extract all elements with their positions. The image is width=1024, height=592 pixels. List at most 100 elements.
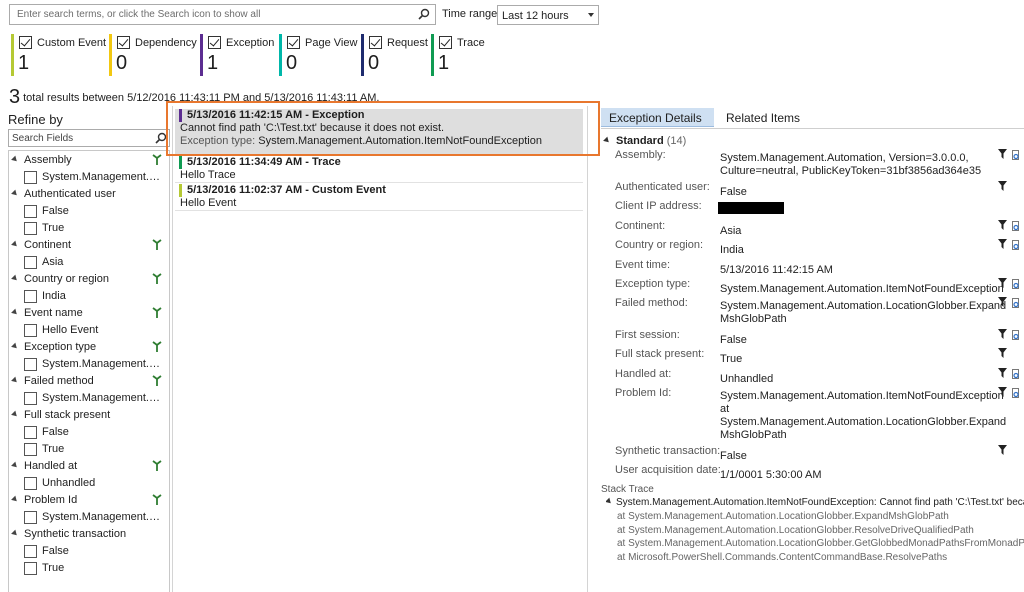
collapse-icon[interactable]	[11, 274, 19, 283]
checkbox[interactable]	[24, 222, 37, 235]
refine-option[interactable]: System.Management.Automation.ItemNotFoun…	[9, 509, 169, 526]
pin-icon[interactable]	[152, 341, 162, 353]
event-type-page-view[interactable]: Page View 0	[279, 34, 357, 76]
collapse-icon[interactable]	[11, 410, 19, 419]
result-item[interactable]: 5/13/2016 11:34:49 AM - Trace Hello Trace	[175, 156, 583, 183]
filter-icon[interactable]	[998, 348, 1007, 359]
collapse-icon[interactable]	[11, 308, 19, 317]
checkbox-checked[interactable]	[208, 36, 221, 49]
refine-option[interactable]: True	[9, 560, 169, 577]
event-type-exception[interactable]: Exception 1	[200, 34, 274, 76]
time-range-select[interactable]: Last 12 hours	[497, 5, 599, 25]
refine-group-synthetic-transaction[interactable]: Synthetic transaction	[9, 526, 169, 543]
search-reference-icon[interactable]	[1012, 150, 1020, 161]
refine-group-handled-at[interactable]: Handled at	[9, 458, 169, 475]
refine-group-country-or-region[interactable]: Country or region	[9, 271, 169, 288]
checkbox[interactable]	[24, 562, 37, 575]
filter-icon[interactable]	[998, 368, 1007, 379]
checkbox[interactable]	[24, 443, 37, 456]
refine-group-event-name[interactable]: Event name	[9, 305, 169, 322]
refine-option[interactable]: False	[9, 543, 169, 560]
search-reference-icon[interactable]	[1012, 279, 1020, 290]
search-reference-icon[interactable]	[1012, 369, 1020, 380]
pin-icon[interactable]	[152, 460, 162, 472]
refine-option[interactable]: System.Management.Automation.ItemNotFoun…	[9, 356, 169, 373]
search-input[interactable]: Enter search terms, or click the Search …	[9, 4, 436, 25]
event-type-trace[interactable]: Trace 1	[431, 34, 485, 76]
checkbox[interactable]	[24, 545, 37, 558]
filter-icon[interactable]	[998, 297, 1007, 308]
refine-option[interactable]: False	[9, 424, 169, 441]
pin-icon[interactable]	[152, 494, 162, 506]
filter-icon[interactable]	[998, 445, 1007, 456]
collapse-icon[interactable]	[11, 529, 19, 538]
stack-trace-head[interactable]: System.Management.Automation.ItemNotFoun…	[606, 497, 1024, 508]
search-reference-icon[interactable]	[1012, 240, 1020, 251]
checkbox[interactable]	[24, 392, 37, 405]
collapse-icon[interactable]	[11, 342, 19, 351]
filter-icon[interactable]	[998, 278, 1007, 289]
refine-option[interactable]: System.Management.Automation, Version=3.…	[9, 169, 169, 186]
collapse-icon[interactable]	[11, 495, 19, 504]
pin-icon[interactable]	[152, 375, 162, 387]
refine-option[interactable]: True	[9, 220, 169, 237]
checkbox-checked[interactable]	[369, 36, 382, 49]
checkbox[interactable]	[24, 477, 37, 490]
collapse-icon[interactable]	[11, 461, 19, 470]
refine-option[interactable]: System.Management.Automation.LocationGlo…	[9, 390, 169, 407]
refine-option[interactable]: India	[9, 288, 169, 305]
pin-icon[interactable]	[152, 273, 162, 285]
pin-icon[interactable]	[152, 154, 162, 166]
refine-option[interactable]: Hello Event	[9, 322, 169, 339]
checkbox[interactable]	[24, 290, 37, 303]
refine-option[interactable]: Asia	[9, 254, 169, 271]
result-item[interactable]: 5/13/2016 11:02:37 AM - Custom Event Hell…	[175, 184, 583, 211]
pin-icon[interactable]	[152, 239, 162, 251]
filter-icon[interactable]	[998, 149, 1007, 160]
refine-option[interactable]: False	[9, 203, 169, 220]
standard-section-header[interactable]: Standard (14)	[603, 135, 686, 147]
pin-icon[interactable]	[152, 307, 162, 319]
tab-related-items[interactable]: Related Items	[726, 111, 800, 125]
refine-group-exception-type[interactable]: Exception type	[9, 339, 169, 356]
refine-group-assembly[interactable]: Assembly	[9, 152, 169, 169]
refine-group-problem-id[interactable]: Problem Id	[9, 492, 169, 509]
refine-group-failed-method[interactable]: Failed method	[9, 373, 169, 390]
filter-icon[interactable]	[998, 181, 1007, 192]
collapse-icon[interactable]	[11, 376, 19, 385]
tab-exception-details[interactable]: Exception Details	[601, 108, 714, 127]
event-type-dependency[interactable]: Dependency 0	[109, 34, 197, 76]
collapse-icon[interactable]	[11, 240, 19, 249]
checkbox[interactable]	[24, 205, 37, 218]
filter-icon[interactable]	[998, 220, 1007, 231]
refine-option[interactable]: True	[9, 441, 169, 458]
search-fields-input[interactable]: Search Fields	[8, 129, 170, 147]
refine-group-full-stack-present[interactable]: Full stack present	[9, 407, 169, 424]
search-icon[interactable]	[418, 8, 430, 20]
checkbox-checked[interactable]	[439, 36, 452, 49]
search-reference-icon[interactable]	[1012, 330, 1020, 341]
event-type-custom-event[interactable]: Custom Event 1	[11, 34, 106, 76]
refine-group-continent[interactable]: Continent	[9, 237, 169, 254]
filter-icon[interactable]	[998, 329, 1007, 340]
checkbox[interactable]	[24, 256, 37, 269]
search-reference-icon[interactable]	[1012, 298, 1020, 309]
refine-group-authenticated-user[interactable]: Authenticated user	[9, 186, 169, 203]
checkbox[interactable]	[24, 511, 37, 524]
checkbox[interactable]	[24, 358, 37, 371]
search-reference-icon[interactable]	[1012, 388, 1020, 399]
collapse-icon[interactable]	[11, 155, 19, 164]
filter-icon[interactable]	[998, 387, 1007, 398]
chevron-down-icon	[588, 13, 594, 17]
checkbox-checked[interactable]	[19, 36, 32, 49]
checkbox-checked[interactable]	[287, 36, 300, 49]
search-reference-icon[interactable]	[1012, 221, 1020, 232]
event-type-request[interactable]: Request 0	[361, 34, 428, 76]
checkbox[interactable]	[24, 426, 37, 439]
refine-option[interactable]: Unhandled	[9, 475, 169, 492]
filter-icon[interactable]	[998, 239, 1007, 250]
collapse-icon[interactable]	[11, 189, 19, 198]
checkbox[interactable]	[24, 324, 37, 337]
checkbox[interactable]	[24, 171, 37, 184]
checkbox-checked[interactable]	[117, 36, 130, 49]
